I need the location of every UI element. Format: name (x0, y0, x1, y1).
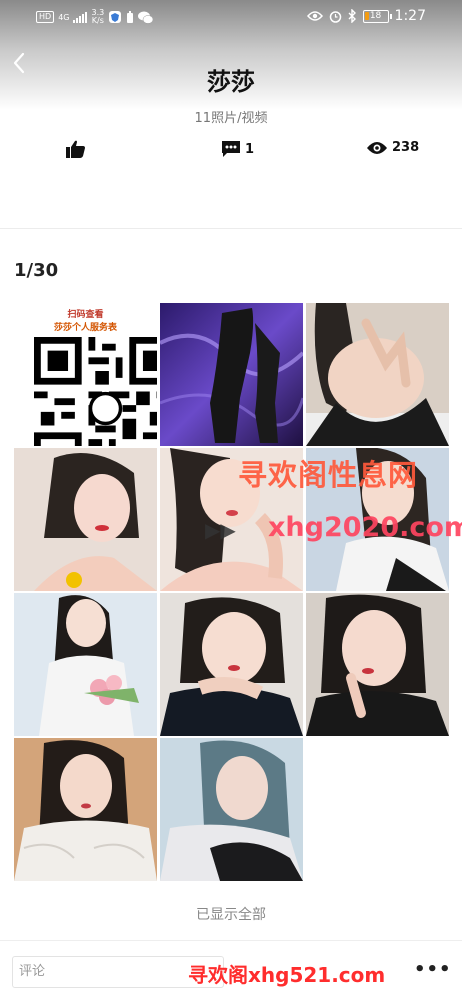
qr-caption-service: 莎莎个人服务表 (53, 323, 117, 333)
white-shirt-flowers-photo[interactable] (14, 593, 157, 736)
watermark-text: 寻欢阁性息网 (238, 458, 419, 492)
bottom-bar: 评论 寻欢阁xhg521.com ••• (0, 940, 462, 1000)
white-shirt-flowers-image (14, 593, 157, 736)
thumbs-up-icon (66, 140, 85, 158)
like-button[interactable] (66, 140, 90, 158)
view-count: 238 (392, 140, 420, 155)
battery-indicator: 18 (362, 9, 392, 23)
bottom-watermark: 寻欢阁xhg521.com (188, 963, 386, 987)
hd-badge: HD (36, 11, 55, 23)
purple-satin-photo[interactable] (160, 303, 303, 446)
more-button[interactable]: ••• (414, 959, 452, 980)
page-title: 莎莎 (207, 68, 255, 96)
selfie-black-top-photo[interactable] (306, 303, 449, 446)
blue-hair-photo[interactable] (160, 738, 303, 881)
wechat-icon (138, 11, 154, 24)
lace-top-photo[interactable] (14, 738, 157, 881)
alarm-icon (329, 10, 341, 23)
finger-lips-photo[interactable] (306, 593, 449, 736)
selfie-black-top-image (306, 303, 449, 446)
battery-saver-icon (127, 10, 134, 23)
battery-fill (364, 11, 369, 20)
bluetooth-icon (348, 9, 356, 23)
hand-under-chin-photo[interactable] (160, 593, 303, 736)
network-type: 4G (58, 12, 70, 22)
eye-icon (367, 141, 387, 154)
media-count: 11照片/视频 (194, 111, 268, 126)
eye-comfort-icon (306, 11, 323, 21)
comment-button[interactable]: 1 (221, 140, 254, 158)
selfie-red-lips-photo[interactable] (14, 448, 157, 591)
selfie-red-lips-image (14, 448, 157, 591)
purple-satin-image (160, 303, 303, 446)
speed-unit: K/s (91, 16, 104, 25)
status-right: 18 1:27 (306, 8, 426, 24)
blue-hair-image (160, 738, 303, 881)
finger-lips-image (306, 593, 449, 736)
all-shown-label: 已显示全部 (196, 907, 266, 923)
shield-app-icon (109, 11, 122, 23)
photo-grid: 扫码查看 莎莎个人服务表 (14, 303, 449, 881)
qr-code-icon (34, 337, 157, 446)
battery-level: 18 (369, 10, 382, 21)
watermark-url: xhg2020.com (268, 512, 462, 543)
section-divider (0, 228, 462, 229)
views-indicator: 238 (366, 140, 419, 155)
watermark-arrow-icon: ▶▶ (205, 518, 236, 542)
network-speed: 3.3 K/s (91, 9, 104, 25)
hand-under-chin-image (160, 593, 303, 736)
comment-icon (222, 141, 240, 157)
status-left: HD 4G 3.3 K/s (36, 9, 154, 25)
status-bar: HD 4G 3.3 K/s 18 1:27 (0, 0, 462, 34)
stats-row: 1 238 (0, 140, 462, 170)
signal-icon (73, 11, 88, 23)
comment-count: 1 (245, 141, 255, 157)
qr-caption-scan: 扫码查看 (67, 310, 104, 320)
lace-top-image (14, 738, 157, 881)
photo-counter: 1/30 (14, 260, 59, 281)
clock: 1:27 (394, 8, 426, 24)
qr-code-image[interactable]: 扫码查看 莎莎个人服务表 (14, 303, 157, 446)
